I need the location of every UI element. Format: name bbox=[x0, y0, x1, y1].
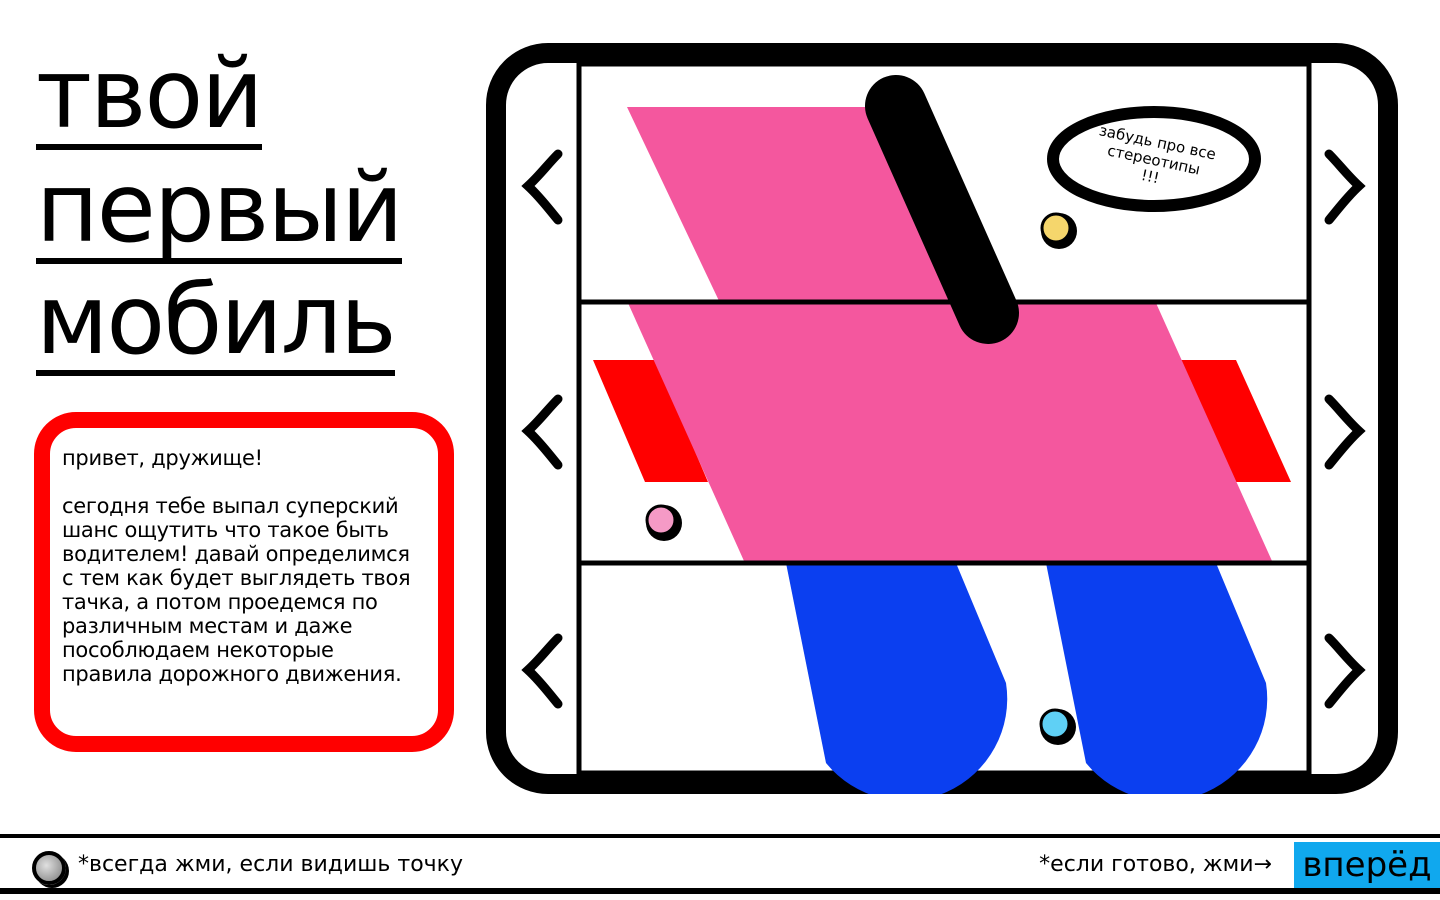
intro-message-box: привет, дружище! сегодня тебе выпал супе… bbox=[34, 412, 454, 752]
hint-dot-text: *всегда жми, если видишь точку bbox=[78, 852, 463, 877]
title-line-2: первый bbox=[36, 152, 404, 264]
pink-dot-button[interactable] bbox=[645, 504, 682, 541]
car-builder-frame: забудь про все стереотипы !!! bbox=[486, 43, 1398, 794]
footer-bar: *всегда жми, если видишь точку *если гот… bbox=[0, 834, 1440, 894]
intro-greeting: привет, дружище! bbox=[62, 446, 263, 470]
bubble-line-3: !!! bbox=[1140, 166, 1161, 187]
intro-body: сегодня тебе выпал суперский шанс ощутит… bbox=[62, 494, 411, 686]
cyan-dot-button[interactable] bbox=[1039, 708, 1076, 745]
hint-dot-icon bbox=[32, 851, 66, 885]
title-line-3: мобиль bbox=[36, 264, 397, 376]
hint-ready-text: *если готово, жми→ bbox=[1039, 852, 1272, 877]
next-button[interactable]: вперёд bbox=[1294, 842, 1440, 888]
speech-bubble: забудь про все стереотипы !!! bbox=[1047, 106, 1261, 212]
yellow-dot-button[interactable] bbox=[1040, 212, 1077, 249]
title-line-1: твой bbox=[36, 38, 264, 150]
